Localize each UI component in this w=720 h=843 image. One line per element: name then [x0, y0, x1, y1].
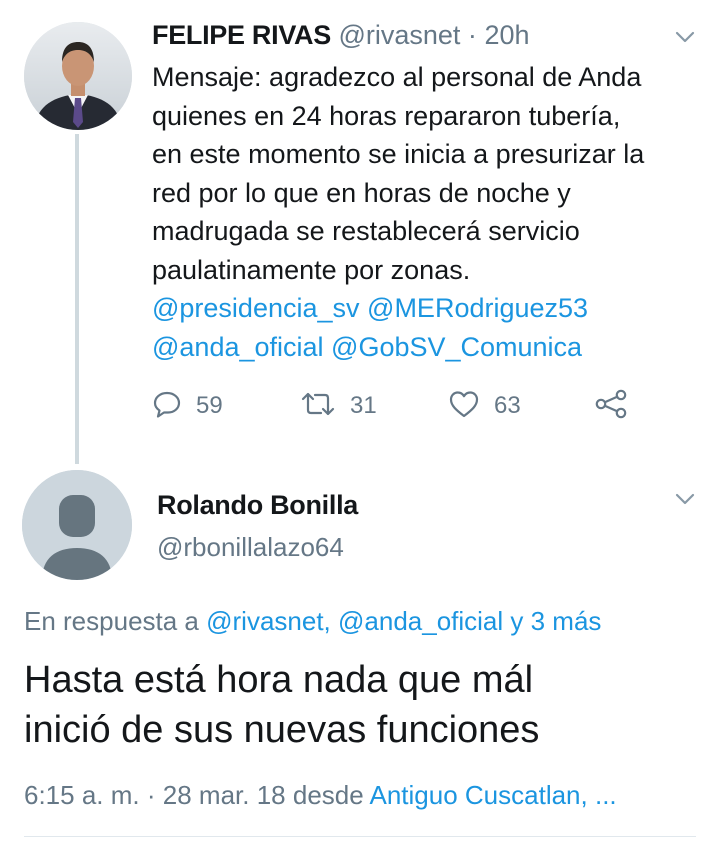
author-handle[interactable]: @rbonillalazo64: [157, 530, 344, 564]
comment-icon: [152, 389, 182, 424]
chevron-down-icon[interactable]: [675, 492, 695, 506]
tweet-text-line: red por lo que en horas de noche y: [152, 177, 571, 208]
retweet-icon: [300, 389, 336, 424]
in-reply-to: En respuesta a @rivasnet, @anda_oficial …: [24, 603, 601, 639]
location-link[interactable]: Antiguo Cuscatlan, ...: [370, 780, 617, 810]
author-name[interactable]: FELIPE RIVAS: [152, 20, 331, 50]
tweet-meta: 6:15 a. m. · 28 mar. 18 desde Antiguo Cu…: [24, 777, 617, 813]
tweet-time[interactable]: 20h: [484, 20, 529, 50]
reply-count: 59: [196, 392, 223, 419]
tweet-text: Mensaje: agradezco al personal de Anda q…: [152, 58, 707, 366]
tweet-text-line: madrugada se restablecerá servicio: [152, 216, 580, 246]
mention-link[interactable]: @presidencia_sv: [152, 293, 360, 323]
retweet-button[interactable]: 31: [300, 386, 377, 426]
tweet-time[interactable]: 6:15 a. m.: [24, 780, 140, 810]
mention-link[interactable]: @anda_oficial: [152, 332, 324, 362]
tweet-text-line: quienes en 24 horas repararon tubería,: [152, 100, 621, 131]
like-count: 63: [494, 392, 521, 419]
divider: [24, 836, 696, 837]
retweet-count: 31: [350, 392, 377, 419]
meta-separator: ·: [146, 780, 156, 810]
author-name[interactable]: Rolando Bonilla: [157, 488, 358, 522]
mention-link[interactable]: @GobSV_Comunica: [331, 332, 582, 362]
share-button[interactable]: [594, 386, 628, 426]
tweet-text-line: Mensaje: agradezco al personal de Anda: [152, 62, 642, 92]
in-reply-to-targets[interactable]: @rivasnet, @anda_oficial y 3 más: [206, 606, 601, 636]
tweet-date[interactable]: 28 mar. 18: [163, 780, 286, 810]
tweet-header: FELIPE RIVAS @rivasnet · 20h: [152, 18, 530, 52]
thread-line: [75, 134, 79, 464]
tweet-text-line: Hasta está hora nada que mál: [24, 659, 534, 701]
share-icon: [594, 389, 628, 424]
reply-button[interactable]: 59: [152, 386, 223, 426]
avatar[interactable]: [22, 470, 132, 580]
source-label: desde: [292, 780, 364, 810]
chevron-down-icon[interactable]: [675, 30, 695, 44]
avatar[interactable]: [24, 22, 132, 130]
mention-link[interactable]: @MERodriguez53: [367, 293, 588, 323]
heart-icon: [448, 389, 480, 424]
in-reply-to-label: En respuesta a: [24, 606, 199, 636]
author-handle[interactable]: @rivasnet: [338, 20, 460, 50]
tweet-text: Hasta está hora nada que mál inició de s…: [24, 655, 704, 755]
tweet-text-line: inició de sus nuevas funciones: [24, 709, 540, 751]
like-button[interactable]: 63: [448, 386, 521, 426]
header-separator: ·: [467, 20, 477, 50]
tweet-text-line: paulatinamente por zonas.: [152, 254, 471, 285]
tweet-text-line: en este momento se inicia a presurizar l…: [152, 139, 645, 169]
